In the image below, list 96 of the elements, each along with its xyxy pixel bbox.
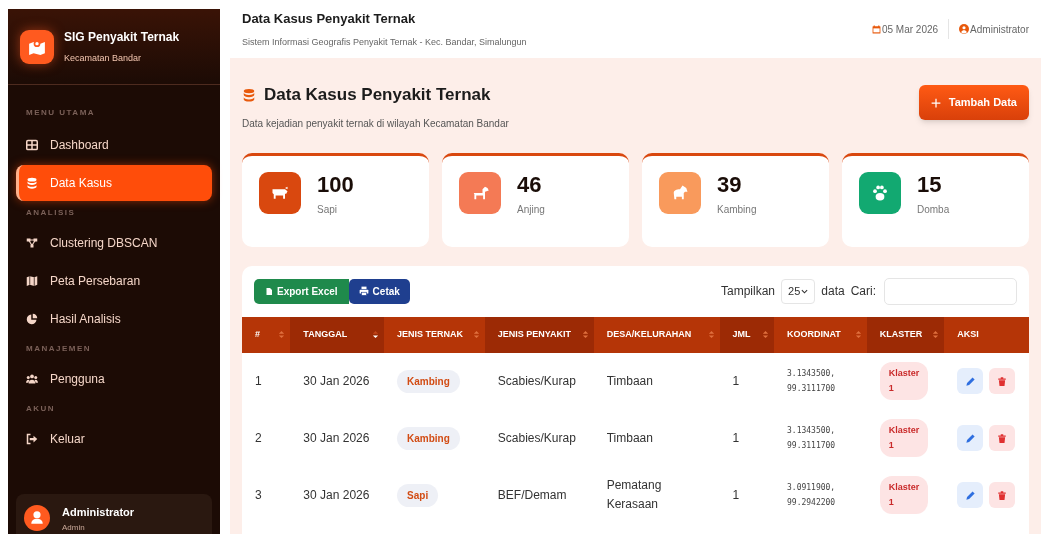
table-cell: Timbaan bbox=[606, 430, 653, 445]
user-circle-icon bbox=[959, 24, 970, 34]
stat-label: Anjing bbox=[517, 202, 545, 217]
table-cell: Scabies/Kurap bbox=[497, 374, 576, 388]
brand-subtitle: Kecamatan Bandar bbox=[64, 51, 143, 65]
show-label: Tampilkan bbox=[721, 283, 776, 300]
nav-item[interactable]: Pengguna bbox=[16, 361, 212, 397]
print-button[interactable]: Cetak bbox=[348, 278, 410, 304]
delete-button[interactable] bbox=[989, 368, 1016, 394]
table-cell: 1 bbox=[732, 374, 740, 388]
header-subtitle: Sistem Informasi Geografis Penyakit Ternak - Kec. Bandar, Simalungun bbox=[242, 35, 527, 49]
page-subtitle: Data kejadian penyakit ternak di wilayah Kecamatan Bandar bbox=[242, 116, 509, 131]
database-icon bbox=[242, 87, 256, 102]
column-header[interactable]: JENIS TERNAK bbox=[384, 316, 485, 353]
section-heading: ANALISIS bbox=[25, 207, 77, 219]
cluster-tag: Klaster 1 bbox=[879, 419, 929, 457]
nav-item[interactable]: Keluar bbox=[16, 421, 212, 457]
column-header[interactable]: KLASTER bbox=[866, 316, 945, 353]
edit-button[interactable] bbox=[957, 368, 984, 394]
page-size-select[interactable]: 25 bbox=[781, 278, 816, 304]
column-header[interactable]: DESA/KELURAHAN bbox=[593, 316, 720, 353]
coordinate-cell-text: 3.1343500, 99.3111700 bbox=[787, 368, 837, 395]
nav-item[interactable]: Dashboard bbox=[16, 127, 212, 163]
trash-icon bbox=[997, 375, 1008, 387]
nav-item[interactable]: Peta Persebaran bbox=[16, 263, 212, 299]
cluster-tag: Klaster 1 bbox=[879, 362, 929, 400]
nodes-icon bbox=[26, 237, 38, 249]
trash-icon bbox=[997, 489, 1008, 501]
stat-label: Sapi bbox=[317, 202, 338, 217]
table-cell: 1 bbox=[732, 488, 740, 502]
chevron-down-icon bbox=[801, 287, 809, 295]
pencil-icon bbox=[964, 432, 976, 444]
calendar-icon bbox=[871, 24, 881, 34]
table-cell: Pematang Kerasaan bbox=[606, 478, 662, 511]
table-cell: 3 bbox=[255, 488, 262, 502]
add-data-button[interactable]: Tambah Data bbox=[918, 85, 1029, 120]
user-name: Administrator bbox=[62, 504, 135, 520]
search-field[interactable] bbox=[884, 277, 1017, 305]
map-icon bbox=[26, 275, 38, 287]
edit-button[interactable] bbox=[957, 425, 984, 451]
brand-title: SIG Penyakit Ternak bbox=[64, 28, 180, 46]
nav-item[interactable]: Clustering DBSCAN bbox=[16, 225, 212, 261]
stat-value: 46 bbox=[517, 173, 543, 196]
stat-label: Kambing bbox=[717, 202, 757, 217]
table-cell: Scabies/Kurap bbox=[497, 431, 576, 445]
table-cell: BEF/Demam bbox=[497, 488, 567, 502]
stat-value: 100 bbox=[317, 173, 354, 196]
column-header[interactable]: TANGGAL bbox=[290, 316, 385, 353]
page-title: Data Kasus Penyakit Ternak bbox=[264, 84, 491, 106]
column-header[interactable]: JENIS PENYAKIT bbox=[484, 316, 594, 353]
trash-icon bbox=[997, 432, 1008, 444]
column-header[interactable]: KOORDINAT bbox=[774, 316, 867, 353]
table-cell: 30 Jan 2026 bbox=[303, 374, 370, 388]
pie-chart-icon bbox=[26, 313, 38, 325]
table-cell: 2 bbox=[255, 431, 262, 445]
plus-icon bbox=[930, 97, 941, 108]
table-cell: 30 Jan 2026 bbox=[303, 431, 370, 445]
animal-tag: Kambing bbox=[397, 426, 460, 450]
header-date: 05 Mar 2026 bbox=[881, 22, 939, 37]
edit-button[interactable] bbox=[957, 482, 984, 508]
cluster-tag: Klaster 1 bbox=[879, 476, 929, 514]
coordinate-cell-text: 3.1343500, 99.3111700 bbox=[787, 425, 837, 452]
logout-icon bbox=[26, 433, 38, 445]
column-header[interactable]: AKSI bbox=[944, 316, 1029, 353]
printer-icon bbox=[358, 286, 369, 296]
column-header[interactable]: JML bbox=[719, 316, 774, 353]
table-cell: 1 bbox=[732, 431, 740, 445]
section-heading: MENU UTAMA bbox=[25, 107, 97, 119]
grid-icon bbox=[26, 139, 38, 151]
animal-tag: Kambing bbox=[397, 369, 460, 393]
header-user: Administrator bbox=[970, 22, 1029, 37]
stat-value: 39 bbox=[717, 173, 743, 196]
search-label: Cari: bbox=[850, 283, 876, 300]
section-heading: AKUN bbox=[25, 403, 57, 415]
export-excel-button[interactable]: Export Excel bbox=[254, 278, 349, 304]
column-header[interactable]: # bbox=[242, 316, 291, 353]
animal-tag: Sapi bbox=[397, 483, 439, 507]
delete-button[interactable] bbox=[989, 482, 1016, 508]
stat-value: 15 bbox=[917, 173, 943, 196]
user-avatar-icon bbox=[24, 505, 50, 531]
user-role: Admin bbox=[62, 524, 86, 533]
pencil-icon bbox=[964, 375, 976, 387]
data-label: data bbox=[821, 283, 845, 300]
database-icon bbox=[26, 177, 38, 189]
header-title: Data Kasus Penyakit Ternak bbox=[242, 10, 417, 28]
table-cell: Timbaan bbox=[606, 373, 653, 388]
delete-button[interactable] bbox=[989, 425, 1016, 451]
nav-item[interactable]: Hasil Analisis bbox=[16, 301, 212, 337]
section-heading: MANAJEMEN bbox=[25, 343, 93, 355]
users-icon bbox=[26, 373, 38, 385]
pencil-icon bbox=[964, 489, 976, 501]
table-cell: 1 bbox=[255, 374, 262, 388]
coordinate-cell-text: 3.0911900, 99.2942200 bbox=[787, 482, 837, 509]
table-cell: 30 Jan 2026 bbox=[303, 488, 370, 502]
stat-label: Domba bbox=[917, 202, 950, 217]
file-icon bbox=[265, 286, 273, 296]
